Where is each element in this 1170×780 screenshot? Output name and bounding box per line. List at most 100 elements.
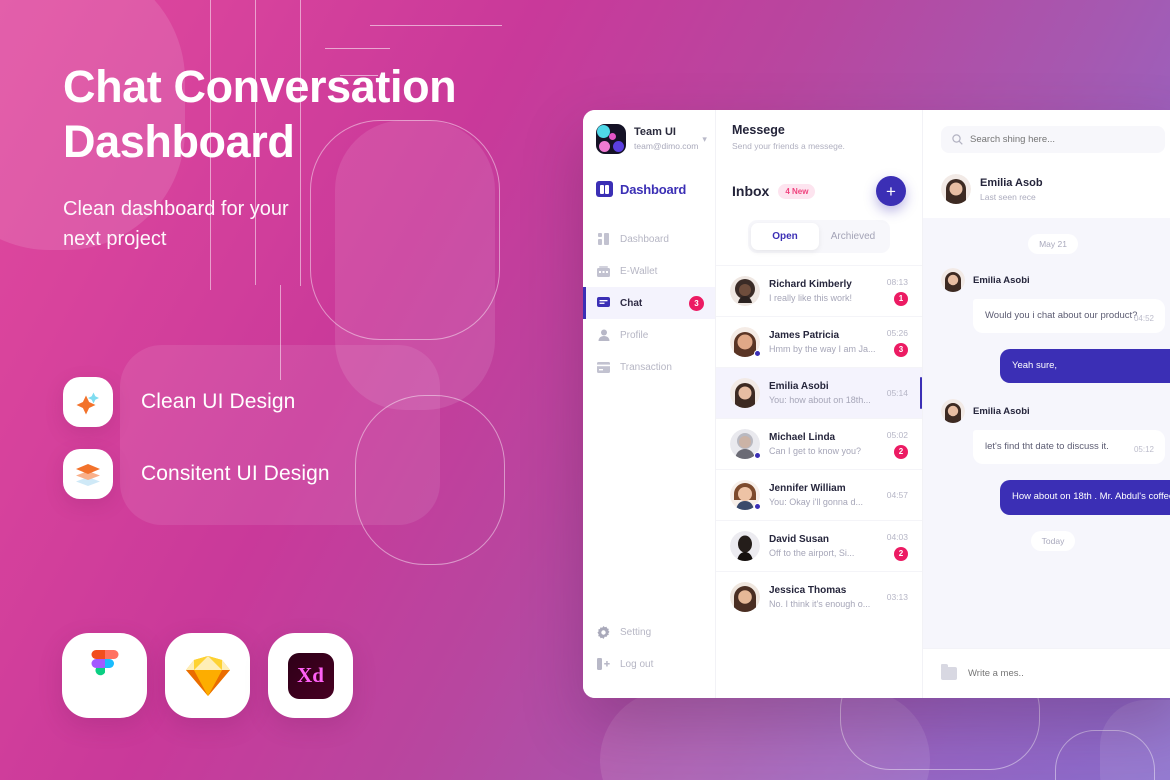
layers-icon-chip: [63, 449, 113, 499]
conversation-contact-name: Emilia Asob: [980, 176, 1043, 189]
chat-icon: [596, 297, 611, 309]
message-input[interactable]: [968, 668, 1165, 679]
dashboard-header: Dashboard: [583, 181, 715, 197]
inbox-tabs: Open Archieved: [748, 220, 890, 253]
message-bubble-outgoing: Yeah sure,: [1000, 349, 1170, 384]
sidebar-item-profile[interactable]: Profile: [583, 319, 715, 351]
search-box[interactable]: [941, 125, 1165, 153]
avatar: [730, 327, 761, 357]
inbox-header: Inbox 4 New +: [732, 176, 906, 206]
sidebar-item-transaction[interactable]: Transaction: [583, 351, 715, 383]
avatar: [730, 480, 761, 510]
sidebar-item-setting[interactable]: Setting: [583, 616, 715, 648]
message-text: How about on 18th . Mr. Abdul's coffee c: [1012, 491, 1170, 503]
avatar: [941, 268, 965, 292]
page-title-line1: Chat Conversation: [63, 61, 457, 112]
attachment-icon[interactable]: [941, 664, 957, 680]
message-thread: May 21 Emilia Asobi Would you i chat abo…: [923, 218, 1170, 648]
bg-line: [280, 285, 282, 380]
avatar-image: [941, 399, 965, 424]
sidebar-item-logout[interactable]: Log out: [583, 648, 715, 680]
message-preview: Off to the airport, Si...: [769, 548, 855, 558]
list-item[interactable]: Richard Kimberly I really like this work…: [716, 265, 922, 316]
figma-logo-chip: [62, 633, 147, 718]
grid-icon: [596, 233, 611, 245]
feature-label: Consitent UI Design: [141, 462, 330, 485]
status-badge: 3: [689, 295, 704, 311]
sidebar-item-label: Log out: [620, 658, 654, 670]
list-item[interactable]: Michael Linda Can I get to know you? 05:…: [716, 418, 922, 469]
sidebar-nav-bottom: Setting Log out: [583, 616, 715, 698]
bg-outline: [355, 395, 505, 565]
page-title: Chat Conversation Dashboard: [63, 60, 583, 170]
message-time: 04:03: [886, 531, 908, 542]
online-indicator: [754, 452, 761, 459]
list-item[interactable]: David Susan Off to the airport, Si... 04…: [716, 520, 922, 571]
dashboard-title: Dashboard: [620, 181, 687, 197]
layers-icon: [76, 464, 100, 486]
message-preview: I really like this work!: [769, 293, 853, 303]
avatar: [941, 174, 971, 204]
unread-badge: 2: [894, 444, 908, 459]
page-subtitle-line1: Clean dashboard for your: [63, 197, 289, 220]
add-conversation-button[interactable]: +: [876, 176, 906, 206]
adobe-xd-logo: Xd: [287, 652, 334, 699]
conversation-header: Emilia Asob Last seen rece: [923, 168, 1170, 218]
message-time: 05:14: [886, 388, 908, 398]
sparkle-icon: [76, 392, 99, 415]
avatar: [941, 399, 965, 424]
messege-title: Messege: [732, 123, 785, 137]
message-time: 05:26: [886, 327, 908, 338]
brand-email: team@dimo.com: [634, 141, 699, 152]
sketch-logo-chip: [165, 633, 250, 718]
message-group-outgoing: Yeah sure,: [941, 349, 1170, 384]
unread-badge: 1: [894, 291, 908, 306]
feature-item: Clean UI Design: [63, 377, 330, 427]
page-subtitle-line2: next project: [63, 227, 167, 250]
message-preview: Hmm by the way I am Ja...: [769, 344, 876, 354]
gear-icon: [596, 625, 611, 639]
sparkle-icon-chip: [63, 377, 113, 427]
app-window: Team UI team@dimo.com ▾ Dashboard Dashbo…: [583, 110, 1170, 698]
list-item[interactable]: James Patricia Hmm by the way I am Ja...…: [716, 316, 922, 367]
avatar-image: [730, 531, 760, 561]
list-item[interactable]: Jessica Thomas No. I think it's enough o…: [716, 571, 922, 622]
message-time: 03:13: [886, 592, 908, 602]
message-group-incoming: Emilia Asobi let's find tht date to disc…: [941, 399, 1165, 465]
sidebar-item-dashboard[interactable]: Dashboard: [583, 223, 715, 255]
search-bar: [923, 110, 1170, 168]
brand-name: Team UI: [634, 126, 676, 139]
chevron-down-icon[interactable]: ▾: [702, 134, 707, 145]
bg-line: [325, 48, 390, 50]
contact-name: Jennifer William: [769, 483, 846, 494]
sidebar-item-label: E-Wallet: [620, 265, 658, 277]
sidebar-item-ewallet[interactable]: E-Wallet: [583, 255, 715, 287]
tab-open[interactable]: Open: [751, 223, 819, 250]
contact-name: David Susan: [769, 534, 830, 545]
sidebar-item-chat[interactable]: Chat 3: [583, 287, 715, 319]
message-text: Would you i chat about our product?: [985, 310, 1138, 321]
brand-switcher[interactable]: Team UI team@dimo.com ▾: [583, 124, 715, 154]
contact-name: Michael Linda: [769, 432, 836, 443]
day-divider: May 21: [1028, 234, 1078, 254]
avatar-image: [730, 378, 760, 408]
conversation-contact-status: Last seen rece: [980, 191, 1036, 202]
sidebar-item-label: Chat: [620, 297, 643, 309]
avatar: [730, 276, 760, 306]
list-item[interactable]: Jennifer William You: Okay i'll gonna d.…: [716, 469, 922, 520]
message-group-incoming: Emilia Asobi Would you i chat about our …: [941, 268, 1165, 334]
unread-badge: 3: [894, 342, 908, 357]
list-item-selected[interactable]: Emilia Asobi You: how about on 18th... 0…: [716, 367, 922, 418]
dashboard-logo-icon: [596, 181, 613, 197]
tab-archieved[interactable]: Archieved: [819, 223, 887, 250]
bg-line: [370, 25, 502, 27]
message-time: 05:02: [886, 429, 908, 440]
message-sender-row: Emilia Asobi: [941, 399, 1165, 424]
page-subtitle: Clean dashboard for your next project: [63, 194, 583, 254]
avatar-image: [941, 268, 965, 292]
message-group-outgoing: How about on 18th . Mr. Abdul's coffee c: [941, 480, 1170, 515]
search-input[interactable]: [970, 133, 1154, 145]
message-sender-name: Emilia Asobi: [973, 405, 1030, 417]
message-timestamp: 04:52: [1133, 313, 1154, 323]
message-preview: You: how about on 18th...: [769, 395, 871, 405]
